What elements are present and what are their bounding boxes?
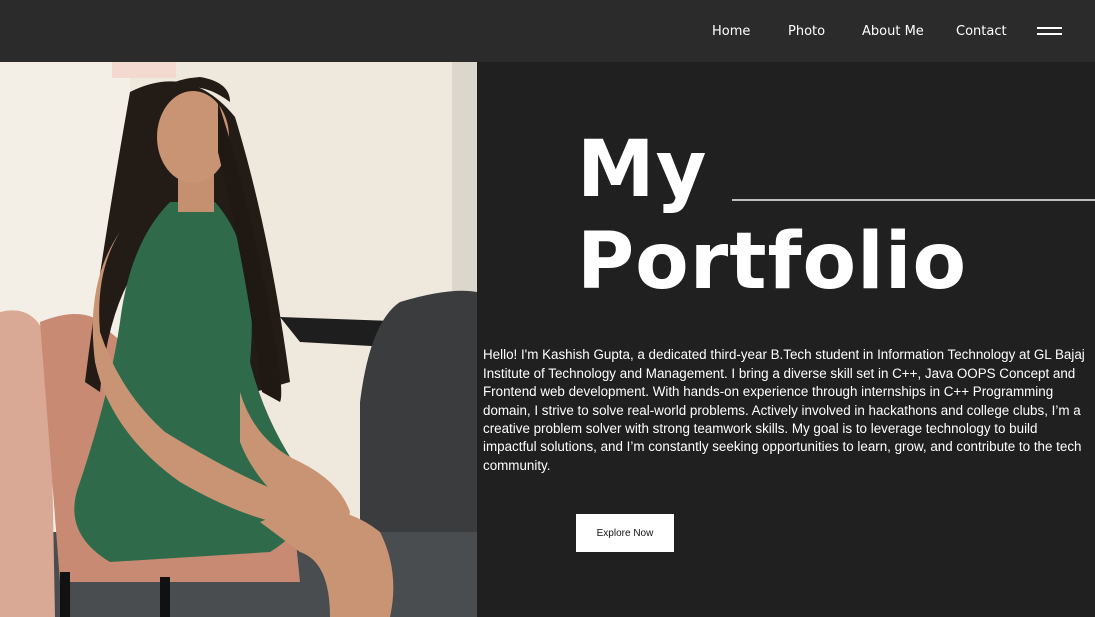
title-divider	[732, 199, 1095, 201]
nav-link-contact[interactable]: Contact	[956, 24, 1007, 39]
explore-now-button[interactable]: Explore Now	[576, 514, 674, 552]
nav-link-about-me[interactable]: About Me	[862, 24, 924, 39]
hamburger-menu-icon[interactable]	[1037, 26, 1062, 38]
portrait-photo	[0, 62, 477, 617]
nav-link-home[interactable]: Home	[712, 24, 750, 39]
bio-text: Hello! I'm Kashish Gupta, a dedicated th…	[483, 347, 1085, 473]
top-navbar: Home Photo About Me Contact	[0, 0, 1095, 62]
page-title: My Portfolio	[577, 124, 967, 308]
title-line-portfolio: Portfolio	[577, 217, 968, 307]
hamburger-bar	[1037, 27, 1062, 29]
hero-content: My Portfolio Hello! I'm Kashish Gupta, a…	[477, 62, 1095, 617]
nav-link-photo[interactable]: Photo	[788, 24, 825, 39]
hamburger-bar	[1037, 33, 1062, 35]
title-line-my: My	[577, 125, 708, 215]
